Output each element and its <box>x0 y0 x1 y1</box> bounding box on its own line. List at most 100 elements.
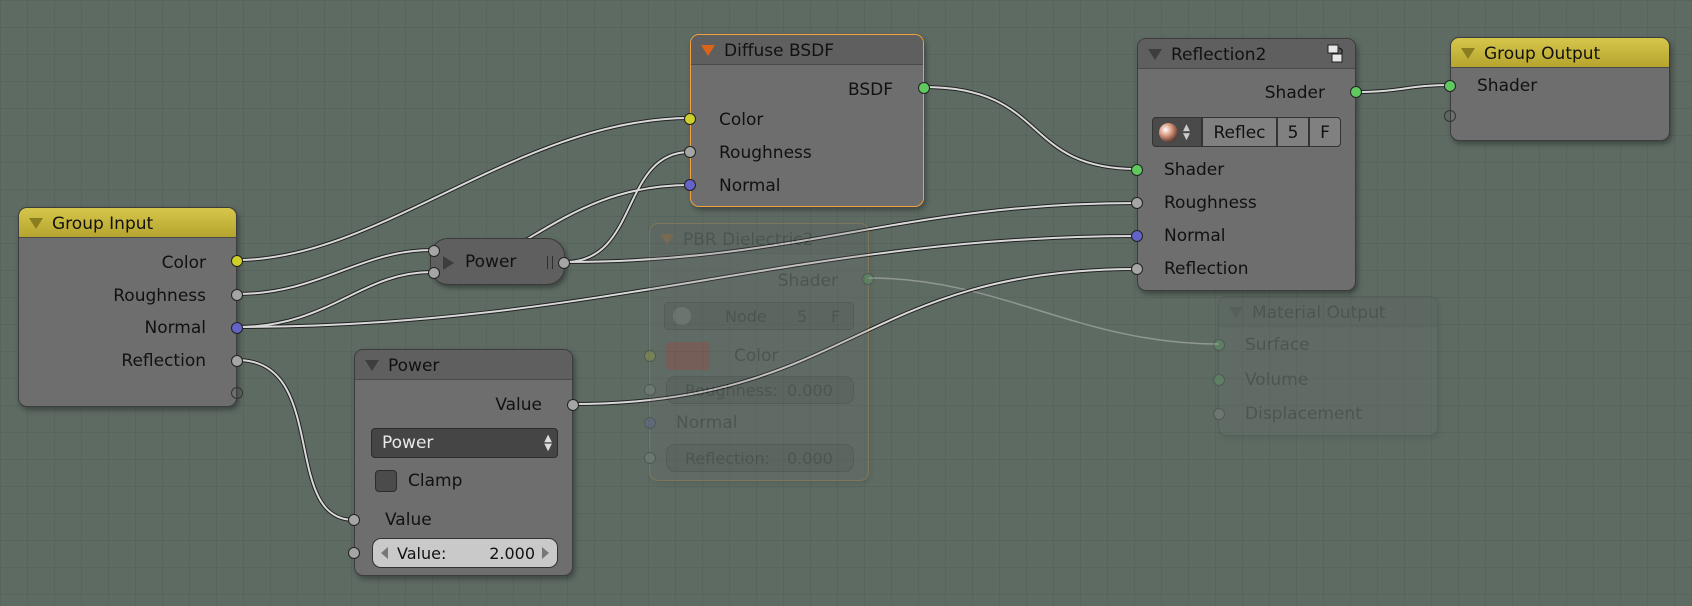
diffuse-bsdf-node[interactable]: Diffuse BSDF BSDF Color Roughness Normal <box>684 34 930 207</box>
fake-user-label: F <box>1320 123 1330 143</box>
roughness-input-label: Roughness <box>719 143 812 163</box>
output-socket[interactable] <box>862 273 874 285</box>
collapse-icon[interactable] <box>701 45 715 56</box>
reflection-input-socket[interactable] <box>1131 263 1143 275</box>
reflection2-header[interactable]: Reflection2 <box>1138 39 1355 69</box>
node-title: Power <box>388 356 440 376</box>
normal-input-label: Normal <box>719 176 781 196</box>
group-output-node[interactable]: Group Output Shader <box>1444 37 1670 141</box>
shader-input-label: Shader <box>1477 76 1538 96</box>
bsdf-output-socket[interactable] <box>918 82 930 94</box>
normal-input-label: Normal <box>1164 226 1226 246</box>
color-swatch[interactable] <box>666 342 710 370</box>
volume-socket[interactable] <box>1213 374 1225 386</box>
node-title: Material Output <box>1252 303 1386 323</box>
empty-input-socket[interactable] <box>1444 110 1456 122</box>
reflection-output-socket[interactable] <box>231 355 243 367</box>
exponent-field-label: Value: <box>397 544 447 563</box>
node-title: Group Output <box>1484 44 1601 64</box>
fake-user-button[interactable]: F <box>1309 117 1341 147</box>
collapsed-node-title: Power <box>465 252 517 272</box>
shader-input-socket[interactable] <box>1444 80 1456 92</box>
exponent-input-socket[interactable] <box>348 547 360 559</box>
reflection2-group-node[interactable]: Reflection2 Shader ▲ ▼ Reflec 5 F Shader … <box>1131 38 1362 291</box>
color-input-label: Color <box>719 110 764 130</box>
collapse-icon[interactable] <box>365 360 379 371</box>
collapse-icon[interactable] <box>660 234 674 245</box>
normal-socket[interactable] <box>644 417 656 429</box>
color-input-socket[interactable] <box>684 113 696 125</box>
group-input-header[interactable]: Group Input <box>19 208 236 238</box>
node-title: Diffuse BSDF <box>724 41 835 61</box>
roughness-input-label: Roughness <box>1164 193 1257 213</box>
power-header[interactable]: Power <box>355 350 572 380</box>
displacement-label: Displacement <box>1245 404 1362 424</box>
operation-dropdown[interactable]: Power ▲ ▼ <box>371 428 558 458</box>
reflection-field-value: 0.000 <box>787 449 833 468</box>
collapse-icon[interactable] <box>29 218 43 229</box>
drag-handle[interactable] <box>547 256 553 269</box>
normal-output-label: Normal <box>144 318 206 338</box>
browse-arrows-icon: ▲ ▼ <box>1183 123 1190 142</box>
pbr-dielectric-header[interactable]: PBR Dielectric2 <box>650 224 868 254</box>
surface-socket[interactable] <box>1213 339 1225 351</box>
node-group-selector[interactable]: ▲ ▼ Reflec 5 F <box>1152 117 1341 147</box>
node-title: Group Input <box>52 214 154 234</box>
displacement-socket[interactable] <box>1213 408 1225 420</box>
power-math-node[interactable]: Power Value Power ▲ ▼ Clamp Value Value: … <box>348 349 579 576</box>
clamp-checkbox[interactable] <box>375 470 397 492</box>
input-socket-a[interactable] <box>428 245 440 257</box>
value-input-label: Value <box>385 510 432 530</box>
input-socket-b[interactable] <box>428 267 440 279</box>
exponent-value-field[interactable]: Value: 2.000 <box>372 538 558 568</box>
group-input-node[interactable]: Group Input Color Roughness Normal Refle… <box>18 207 243 407</box>
normal-input-socket[interactable] <box>684 179 696 191</box>
collapse-icon[interactable] <box>1148 49 1162 60</box>
value-output-socket[interactable] <box>567 399 579 411</box>
material-output-header[interactable]: Material Output <box>1219 297 1437 327</box>
shader-input-label: Shader <box>1164 160 1225 180</box>
shader-output-label: Shader <box>1264 83 1325 103</box>
node-group-name: Node <box>725 307 767 326</box>
dropdown-arrows-icon: ▲ ▼ <box>544 433 552 453</box>
output-socket[interactable] <box>558 257 570 269</box>
roughness-socket[interactable] <box>644 384 656 396</box>
color-socket[interactable] <box>644 350 656 362</box>
group-users-button[interactable]: 5 <box>1277 117 1309 147</box>
empty-output-socket[interactable] <box>231 387 243 399</box>
material-output-node[interactable]: Material Output Surface Volume Displacem… <box>1213 296 1438 436</box>
increment-icon[interactable] <box>542 547 549 559</box>
group-name-field[interactable]: Reflec <box>1202 117 1277 147</box>
operation-value: Power <box>382 433 434 453</box>
bsdf-output-label: BSDF <box>847 80 893 100</box>
node-group-users: 5 <box>797 307 808 326</box>
color-output-socket[interactable] <box>231 255 243 267</box>
roughness-output-socket[interactable] <box>231 289 243 301</box>
roughness-input-socket[interactable] <box>1131 197 1143 209</box>
normal-output-socket[interactable] <box>231 322 243 334</box>
roughness-input-socket[interactable] <box>684 146 696 158</box>
reflection-field[interactable]: Reflection: 0.000 <box>666 444 854 472</box>
value-input-socket[interactable] <box>348 514 360 526</box>
node-group-selector[interactable]: Node 5 F <box>664 302 854 330</box>
volume-label: Volume <box>1245 370 1309 390</box>
expand-icon[interactable] <box>443 256 454 270</box>
collapse-icon[interactable] <box>1461 48 1475 59</box>
shader-input-socket[interactable] <box>1131 164 1143 176</box>
decrement-icon[interactable] <box>381 547 388 559</box>
node-group-fake: F <box>831 307 841 326</box>
roughness-field-value: 0.000 <box>787 381 833 400</box>
roughness-field[interactable]: Roughness: 0.000 <box>666 376 854 404</box>
reflection-socket[interactable] <box>644 452 656 464</box>
collapse-icon[interactable] <box>1229 307 1243 318</box>
power-collapsed-node[interactable]: Power <box>428 238 570 285</box>
diffuse-bsdf-header[interactable]: Diffuse BSDF <box>691 35 923 65</box>
group-output-header[interactable]: Group Output <box>1451 38 1669 68</box>
shader-output-socket[interactable] <box>1350 86 1362 98</box>
value-output-label: Value <box>495 395 542 415</box>
group-edit-icon[interactable] <box>1327 43 1345 63</box>
group-browse-button[interactable]: ▲ ▼ <box>1152 117 1202 147</box>
pbr-dielectric-node[interactable]: PBR Dielectric2 Shader Node 5 F Color Ro… <box>644 223 874 481</box>
normal-input-socket[interactable] <box>1131 230 1143 242</box>
roughness-field-label: Roughness: <box>685 381 778 400</box>
